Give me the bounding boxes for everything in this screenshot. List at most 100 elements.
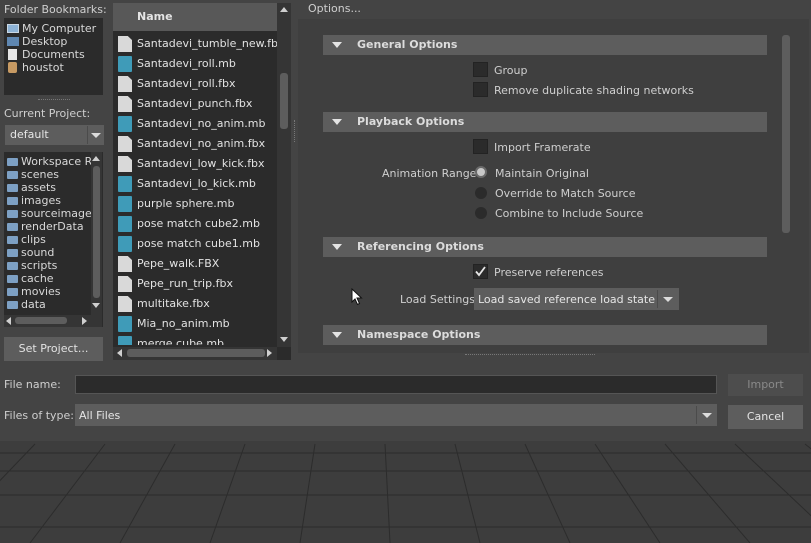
- 3d-viewport[interactable]: [0, 441, 811, 543]
- folders-horizontal-scrollbar[interactable]: [4, 315, 102, 327]
- scroll-up-arrow-icon[interactable]: [280, 7, 288, 12]
- current-project-dropdown[interactable]: default: [5, 125, 104, 145]
- import-button[interactable]: Import: [728, 374, 803, 396]
- file-name: multitake.fbx: [137, 297, 210, 310]
- files-vertical-scrollbar[interactable]: [277, 3, 291, 347]
- folder-label: scripts: [21, 259, 58, 272]
- file-name: Santadevi_roll.mb: [137, 57, 236, 70]
- scroll-left-arrow-icon[interactable]: [6, 317, 11, 325]
- file-name: Santadevi_low_kick.fbx: [137, 157, 265, 170]
- file-list-item[interactable]: Santadevi_no_anim.mb: [113, 114, 275, 134]
- file-list-item[interactable]: Mia_no_anim.mb: [113, 314, 275, 334]
- section-namespace-options[interactable]: Namespace Options: [323, 325, 767, 345]
- combine-to-include-source-radio[interactable]: [475, 207, 487, 219]
- section-general-options[interactable]: General Options: [323, 35, 767, 55]
- preserve-references-checkbox[interactable]: [473, 264, 488, 279]
- documents-icon: [8, 49, 17, 60]
- project-folders-tree[interactable]: Workspace Re scenes assets images sourceimag…: [4, 152, 103, 327]
- scroll-thumb[interactable]: [127, 349, 265, 357]
- maintain-original-radio[interactable]: [475, 166, 487, 178]
- folder-label: movies: [21, 285, 61, 298]
- file-list-item[interactable]: Santadevi_low_kick.fbx: [113, 154, 275, 174]
- file-name-input[interactable]: [75, 375, 717, 394]
- folders-vertical-scrollbar[interactable]: [91, 152, 102, 315]
- file-list-panel[interactable]: Name Santadevi_tumble_new.fbx Santadevi_r…: [113, 3, 291, 360]
- bottom-splitter-handle[interactable]: [465, 354, 595, 355]
- import-framerate-checkbox[interactable]: [473, 139, 488, 154]
- scroll-left-arrow-icon[interactable]: [117, 349, 122, 357]
- file-name: Santadevi_punch.fbx: [137, 97, 253, 110]
- collapse-triangle-icon: [332, 42, 342, 48]
- viewport-grid: [0, 441, 811, 543]
- cancel-button[interactable]: Cancel: [728, 405, 803, 429]
- maya-file-icon: [118, 116, 132, 132]
- files-of-type-label: Files of type:: [4, 409, 75, 422]
- set-project-button[interactable]: Set Project...: [4, 337, 103, 361]
- folder-icon: [7, 158, 18, 166]
- file-list-item[interactable]: Santadevi_tumble_new.fbx: [113, 34, 277, 54]
- section-playback-options[interactable]: Playback Options: [323, 112, 767, 132]
- files-of-type-dropdown[interactable]: All Files: [75, 404, 717, 426]
- scroll-down-arrow-icon[interactable]: [92, 303, 100, 308]
- scroll-thumb[interactable]: [782, 35, 790, 233]
- maya-file-icon: [118, 236, 132, 252]
- splitter-handle[interactable]: [38, 99, 70, 100]
- options-vertical-scrollbar[interactable]: [781, 35, 791, 345]
- files-horizontal-scrollbar[interactable]: [113, 347, 277, 360]
- load-settings-value: Load saved reference load state: [478, 293, 656, 306]
- file-list-item[interactable]: Pepe_walk.FBX: [113, 254, 275, 274]
- column-header-label: Name: [137, 10, 173, 23]
- fbx-file-icon: [118, 256, 132, 272]
- remove-duplicate-checkbox[interactable]: [473, 82, 488, 97]
- file-list-item[interactable]: pose match cube2.mb: [113, 214, 275, 234]
- folder-icon: [7, 223, 18, 231]
- maya-file-icon: [118, 196, 132, 212]
- fbx-file-icon: [118, 36, 132, 52]
- scroll-thumb[interactable]: [15, 317, 67, 324]
- file-name: Mia_no_anim.mb: [137, 317, 230, 330]
- panel-splitter-handle[interactable]: [294, 120, 295, 142]
- file-list-item[interactable]: Santadevi_no_anim.fbx: [113, 134, 275, 154]
- fbx-file-icon: [118, 76, 132, 92]
- file-name: pose match cube1.mb: [137, 237, 260, 250]
- scroll-down-arrow-icon[interactable]: [280, 337, 288, 342]
- load-settings-dropdown[interactable]: Load saved reference load state: [474, 288, 679, 310]
- chevron-down-icon: [663, 297, 673, 302]
- folder-label: scenes: [21, 168, 60, 181]
- folder-icon: [7, 249, 18, 257]
- file-list-item[interactable]: Santadevi_lo_kick.mb: [113, 174, 275, 194]
- file-list-item[interactable]: multitake.fbx: [113, 294, 275, 314]
- scroll-right-arrow-icon[interactable]: [82, 317, 87, 325]
- collapse-triangle-icon: [332, 244, 342, 250]
- scroll-right-arrow-icon[interactable]: [267, 349, 272, 357]
- file-list-item[interactable]: Santadevi_punch.fbx: [113, 94, 275, 114]
- override-to-match-source-radio[interactable]: [475, 187, 487, 199]
- file-list-item[interactable]: Pepe_run_trip.fbx: [113, 274, 275, 294]
- maya-file-icon: [118, 216, 132, 232]
- folder-label: sourceimages: [21, 207, 98, 220]
- radio-label: Override to Match Source: [495, 187, 636, 200]
- bookmark-label: My Computer: [22, 22, 97, 35]
- group-checkbox[interactable]: [473, 62, 488, 77]
- file-list-item[interactable]: Santadevi_roll.fbx: [113, 74, 275, 94]
- dropdown-divider: [87, 126, 88, 144]
- section-title: Namespace Options: [357, 328, 481, 341]
- file-name: merge cube.mb: [137, 337, 225, 345]
- file-list-item[interactable]: Santadevi_roll.mb: [113, 54, 275, 74]
- section-title: General Options: [357, 38, 458, 51]
- file-list-item[interactable]: purple sphere.mb: [113, 194, 275, 214]
- scroll-thumb[interactable]: [280, 73, 288, 129]
- scroll-thumb[interactable]: [93, 166, 100, 298]
- file-name: Pepe_run_trip.fbx: [137, 277, 233, 290]
- bookmarks-list[interactable]: My Computer Desktop Documents houstot: [4, 18, 103, 95]
- file-list-item[interactable]: merge cube.mb: [113, 334, 275, 345]
- chevron-down-icon: [702, 413, 712, 418]
- folder-label: renderData: [21, 220, 84, 233]
- section-referencing-options[interactable]: Referencing Options: [323, 237, 767, 257]
- group-label: Group: [494, 64, 528, 77]
- file-list-item[interactable]: pose match cube1.mb: [113, 234, 275, 254]
- name-column-header[interactable]: Name: [113, 3, 277, 31]
- fbx-file-icon: [118, 156, 132, 172]
- import-framerate-label: Import Framerate: [494, 141, 591, 154]
- scroll-up-arrow-icon[interactable]: [92, 156, 100, 161]
